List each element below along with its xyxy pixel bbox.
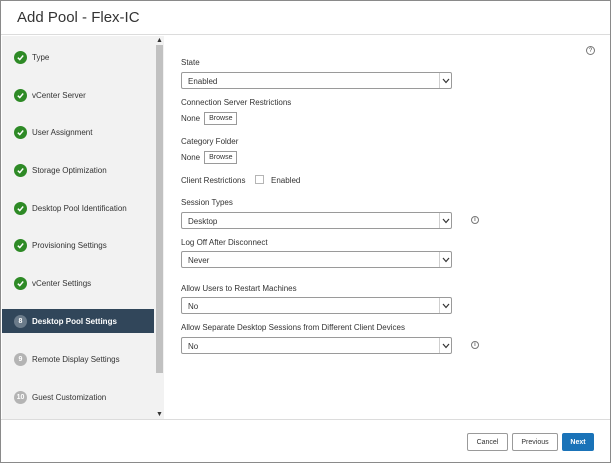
step-item[interactable]: vCenter Server bbox=[2, 83, 154, 107]
step-item[interactable]: Type bbox=[2, 45, 154, 69]
check-icon bbox=[14, 238, 27, 252]
check-icon bbox=[14, 88, 27, 102]
wizard-sidebar: Type vCenter Server User Assignment Storage… bbox=[2, 36, 164, 419]
step-number: 10 bbox=[14, 390, 27, 404]
cancel-button[interactable]: Cancel bbox=[467, 433, 508, 451]
session-types-info-icon[interactable]: i bbox=[471, 216, 479, 224]
log-off-value: Never bbox=[188, 256, 210, 265]
session-types-label: Session Types bbox=[181, 198, 233, 207]
step-item[interactable]: Storage Optimization bbox=[2, 158, 154, 182]
step-label: Desktop Pool Identification bbox=[32, 203, 127, 213]
session-types-select[interactable]: Desktop bbox=[181, 212, 452, 229]
step-number: 9 bbox=[14, 352, 27, 366]
separate-sessions-select[interactable]: No bbox=[181, 337, 452, 354]
check-icon bbox=[14, 163, 27, 177]
next-button[interactable]: Next bbox=[562, 433, 594, 451]
conn-restrictions-label: Connection Server Restrictions bbox=[181, 98, 292, 107]
category-folder-value: None bbox=[181, 152, 201, 162]
step-item[interactable]: Provisioning Settings bbox=[2, 233, 154, 257]
check-icon bbox=[14, 276, 27, 290]
chevron-down-icon bbox=[439, 73, 451, 88]
chevron-down-icon bbox=[439, 298, 451, 313]
conn-restrictions-value: None bbox=[181, 113, 201, 123]
allow-restart-select[interactable]: No bbox=[181, 297, 452, 314]
step-item[interactable]: User Assignment bbox=[2, 120, 154, 144]
step-item[interactable]: 9 Remote Display Settings bbox=[2, 347, 154, 371]
category-folder-row: None Browse bbox=[181, 150, 238, 164]
step-item[interactable]: Desktop Pool Identification bbox=[2, 196, 154, 220]
step-item[interactable]: 10 Guest Customization bbox=[2, 385, 154, 409]
step-label: User Assignment bbox=[32, 127, 93, 137]
step-label: Guest Customization bbox=[32, 392, 107, 402]
separate-sessions-info-icon[interactable]: i bbox=[471, 341, 479, 349]
check-icon bbox=[14, 125, 27, 139]
step-label: Type bbox=[32, 52, 50, 62]
state-value: Enabled bbox=[188, 77, 218, 86]
step-label: Provisioning Settings bbox=[32, 240, 107, 250]
client-restrictions-label: Client Restrictions bbox=[181, 176, 246, 185]
separate-sessions-value: No bbox=[188, 342, 199, 351]
chevron-down-icon bbox=[439, 338, 451, 353]
state-select[interactable]: Enabled bbox=[181, 72, 452, 89]
step-label: vCenter Settings bbox=[32, 278, 92, 288]
wizard-dialog: Add Pool - Flex-IC Type vCenter Server Use… bbox=[0, 0, 611, 463]
allow-restart-value: No bbox=[188, 302, 199, 311]
chevron-down-icon bbox=[439, 213, 451, 228]
chevron-down-icon bbox=[439, 252, 451, 267]
scroll-thumb[interactable] bbox=[156, 45, 163, 373]
help-icon[interactable]: ? bbox=[586, 46, 595, 55]
scroll-up-icon[interactable]: ▲ bbox=[155, 36, 164, 45]
check-icon bbox=[14, 50, 27, 64]
step-number: 8 bbox=[14, 314, 27, 328]
previous-button[interactable]: Previous bbox=[512, 433, 558, 451]
state-label: State bbox=[181, 58, 200, 67]
step-item[interactable]: 8 Desktop Pool Settings bbox=[2, 309, 154, 333]
step-label: Remote Display Settings bbox=[32, 354, 120, 364]
conn-restrictions-row: None Browse bbox=[181, 111, 238, 125]
step-label: Storage Optimization bbox=[32, 165, 107, 175]
category-folder-label: Category Folder bbox=[181, 137, 239, 146]
step-list: Type vCenter Server User Assignment Storage… bbox=[2, 36, 154, 419]
client-restrictions-checkbox[interactable] bbox=[255, 175, 264, 184]
conn-restrictions-browse-button[interactable]: Browse bbox=[204, 111, 238, 125]
step-label: Desktop Pool Settings bbox=[32, 316, 117, 326]
step-label: vCenter Server bbox=[32, 90, 86, 100]
scroll-down-icon[interactable]: ▼ bbox=[155, 410, 164, 419]
allow-restart-label: Allow Users to Restart Machines bbox=[181, 284, 297, 293]
log-off-select[interactable]: Never bbox=[181, 251, 452, 268]
separate-sessions-label: Allow Separate Desktop Sessions from Dif… bbox=[181, 323, 405, 332]
session-types-value: Desktop bbox=[188, 217, 218, 226]
dialog-header: Add Pool - Flex-IC bbox=[1, 1, 610, 35]
sidebar-scrollbar[interactable]: ▲ ▼ bbox=[155, 36, 164, 419]
log-off-label: Log Off After Disconnect bbox=[181, 238, 268, 247]
step-item[interactable]: vCenter Settings bbox=[2, 271, 154, 295]
dialog-footer: Cancel Previous Next bbox=[1, 419, 610, 462]
client-restrictions-checkbox-label[interactable]: Enabled bbox=[271, 176, 300, 185]
category-folder-browse-button[interactable]: Browse bbox=[204, 150, 238, 164]
dialog-title: Add Pool - Flex-IC bbox=[17, 9, 140, 26]
check-icon bbox=[14, 201, 27, 215]
